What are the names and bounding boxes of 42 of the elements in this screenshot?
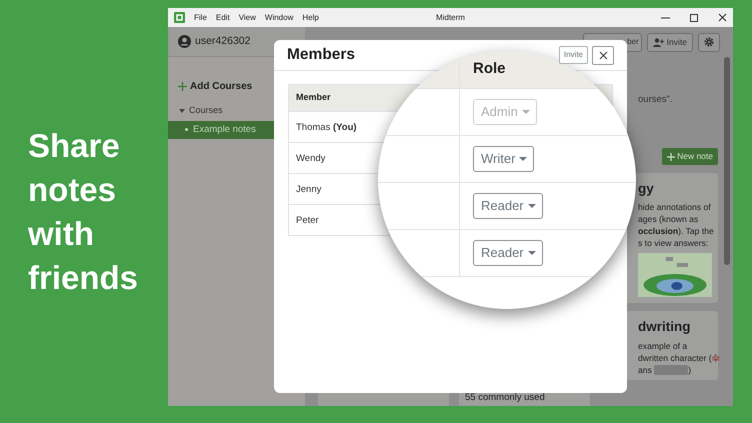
plus-icon	[667, 152, 676, 161]
caret-icon[interactable]	[179, 108, 185, 114]
card-text: ages (known as	[638, 213, 698, 226]
gear-icon	[704, 37, 714, 47]
plus-icon	[178, 82, 187, 91]
card-text: s to view answers:	[638, 237, 708, 250]
close-icon[interactable]	[718, 13, 727, 22]
close-button[interactable]	[592, 46, 614, 64]
user-name: user426302	[195, 34, 250, 49]
card-text: ans )	[638, 364, 692, 376]
invite-button[interactable]: Invite	[558, 46, 588, 64]
invite-button[interactable]: Invite	[646, 32, 693, 52]
user-avatar-icon	[178, 35, 191, 48]
card-text: occlusion). Tap the	[638, 225, 714, 238]
person-plus-icon	[652, 38, 664, 46]
add-courses-link[interactable]: Add Courses	[190, 79, 252, 94]
menu-item[interactable]: Window	[264, 12, 294, 24]
close-icon	[598, 50, 608, 60]
menu-item[interactable]: Help	[302, 12, 319, 24]
menu-item[interactable]: File	[194, 12, 207, 24]
menu-item[interactable]: Edit	[216, 12, 230, 24]
app-logo-icon	[174, 12, 185, 23]
column-header: Role	[473, 59, 506, 80]
new-note-button[interactable]: New note	[662, 148, 718, 166]
window-title: Midterm	[436, 12, 465, 22]
maximize-icon[interactable]	[690, 14, 698, 22]
role-dropdown[interactable]: Writer	[473, 146, 534, 172]
scrollbar[interactable]	[724, 57, 730, 265]
card-title: dwriting	[638, 319, 690, 336]
role-dropdown[interactable]: Reader	[473, 240, 543, 266]
role-dropdown[interactable]: Reader	[473, 193, 543, 219]
card-text: 55 commonly used	[465, 390, 545, 405]
notice-text: ourses".	[638, 93, 673, 107]
dialog-title: Members	[287, 46, 356, 64]
card-text: example of a	[638, 340, 688, 352]
section-label[interactable]: Courses	[189, 104, 223, 118]
card-text: dwritten character (伞	[638, 352, 721, 364]
menu-item[interactable]: View	[238, 12, 256, 24]
card-title: gy	[638, 181, 654, 198]
slogan-heading: Share notes with friends	[28, 126, 140, 298]
card-text: hide annotations of	[638, 201, 711, 214]
settings-button[interactable]	[698, 32, 720, 52]
